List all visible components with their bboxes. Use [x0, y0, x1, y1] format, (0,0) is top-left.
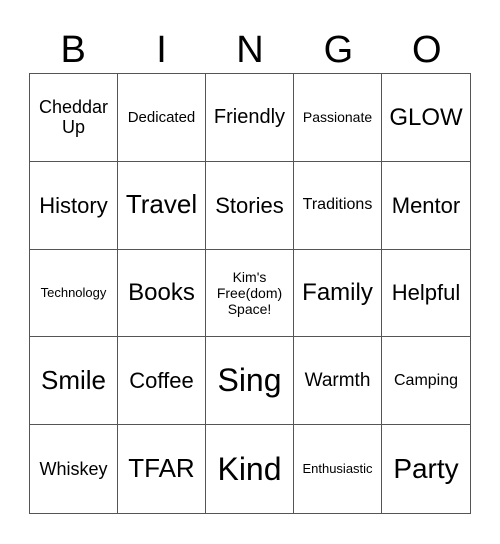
bingo-cell[interactable]: Technology [30, 249, 118, 338]
bingo-cell[interactable]: Warmth [294, 337, 382, 426]
bingo-cell[interactable]: Cheddar Up [30, 74, 118, 162]
bingo-cell[interactable]: Camping [382, 337, 470, 426]
bingo-cell[interactable]: Helpful [382, 250, 470, 338]
bingo-cell[interactable]: Sing [206, 337, 294, 426]
bingo-cell[interactable]: Whiskey [30, 425, 118, 513]
bingo-cell[interactable]: Books [118, 249, 206, 338]
bingo-cell[interactable]: Dedicated [118, 74, 206, 162]
bingo-header: B I N G O [29, 28, 471, 72]
bingo-cell[interactable]: Kind [206, 425, 294, 513]
bingo-cell[interactable]: Family [294, 249, 382, 338]
bingo-cell[interactable]: Party [382, 425, 470, 513]
bingo-cell[interactable]: Smile [30, 337, 118, 426]
bingo-grid: Cheddar Up Dedicated Friendly Passionate… [29, 73, 471, 514]
header-letter-n: N [236, 29, 264, 71]
header-letter-i: I [156, 29, 167, 71]
bingo-cell[interactable]: Coffee [118, 337, 206, 426]
free-space-cell[interactable]: Kim's Free(dom) Space! [206, 249, 294, 338]
bingo-cell[interactable]: Enthusiastic [294, 425, 382, 513]
bingo-cell[interactable]: History [30, 161, 118, 250]
bingo-cell[interactable]: Passionate [294, 74, 382, 162]
bingo-cell[interactable]: GLOW [382, 74, 470, 162]
bingo-cell[interactable]: TFAR [118, 425, 206, 513]
header-letter-g: G [323, 29, 354, 71]
bingo-cell[interactable]: Travel [118, 161, 206, 250]
header-letter-b: B [60, 29, 86, 71]
header-letter-o: O [411, 29, 442, 71]
bingo-cell[interactable]: Friendly [206, 74, 294, 162]
bingo-cell[interactable]: Mentor [382, 162, 470, 250]
bingo-cell[interactable]: Traditions [294, 161, 382, 250]
bingo-cell[interactable]: Stories [206, 161, 294, 250]
